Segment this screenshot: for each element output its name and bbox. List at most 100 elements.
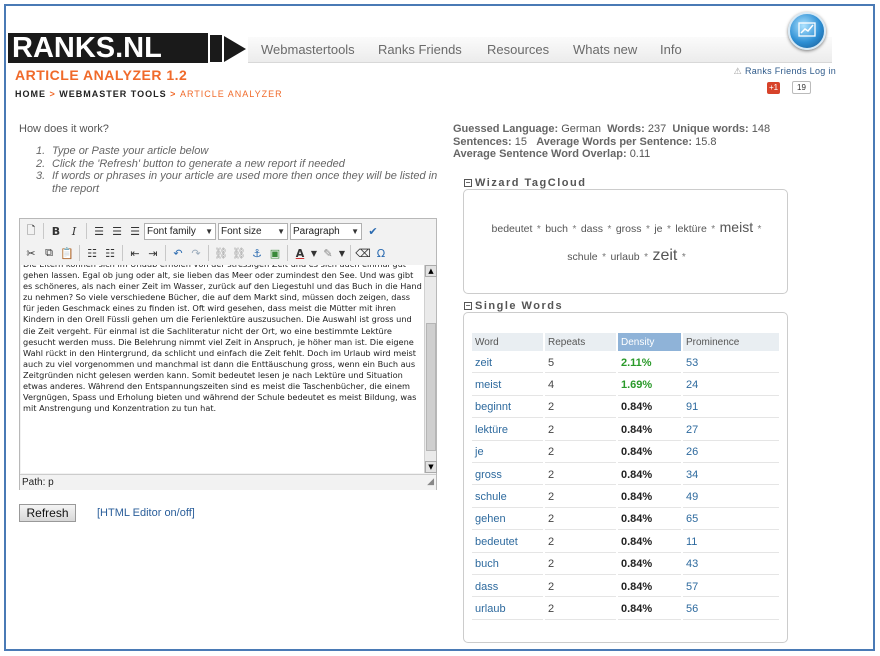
tag-word[interactable]: schule — [567, 251, 597, 263]
google-plus-count: 19 — [792, 81, 811, 94]
tag-word[interactable]: bedeutet — [492, 223, 533, 235]
chart-globe-icon[interactable] — [788, 12, 826, 50]
redo-icon[interactable]: ↷ — [187, 244, 205, 262]
remove-format-icon[interactable]: ⌫ — [354, 244, 372, 262]
column-header-density[interactable]: Density — [618, 333, 681, 351]
font-size-select[interactable]: Font size ▼ — [218, 222, 288, 240]
stats-line-3: Average Sentence Word Overlap: 0.11 — [453, 148, 651, 160]
font-family-select[interactable]: Font family ▼ — [144, 222, 216, 240]
single-words-section-toggle[interactable]: − Single Words — [464, 300, 563, 312]
html-editor-toggle-link[interactable]: [HTML Editor on/off] — [97, 507, 195, 519]
single-words-rows: zeit 5 2.11% 53 meist 4 1.69% 24 beginnt 2 0.84% 91… — [472, 353, 779, 620]
align-center-icon[interactable]: ☰ — [108, 222, 126, 240]
scroll-thumb[interactable] — [426, 323, 436, 451]
chevron-down-icon[interactable]: ▼ — [337, 244, 347, 262]
tagcloud-section-toggle[interactable]: − Wizard TagCloud — [464, 177, 586, 189]
align-left-icon[interactable]: ☰ — [90, 222, 108, 240]
tag-word[interactable]: lektüre — [675, 223, 707, 235]
table-row: je 2 0.84% 26 — [472, 442, 779, 463]
scroll-up-icon[interactable]: ▲ — [425, 265, 437, 277]
tag-word[interactable]: meist — [720, 219, 753, 235]
word-cell[interactable]: urlaub — [472, 599, 543, 620]
prominence-cell: 34 — [683, 464, 779, 486]
nav-info[interactable]: Info — [660, 42, 682, 57]
repeats-cell: 2 — [545, 599, 616, 620]
tagcloud-title: Wizard TagCloud — [475, 177, 587, 189]
undo-icon[interactable]: ↶ — [169, 244, 187, 262]
anchor-icon[interactable]: ⚓ — [248, 244, 266, 262]
nav-webmastertools[interactable]: Webmastertools — [261, 42, 355, 57]
image-icon[interactable]: ▣ — [266, 244, 284, 262]
tag-word[interactable]: buch — [545, 223, 568, 235]
word-cell[interactable]: gross — [472, 464, 543, 486]
single-words-table: Word Repeats Density Prominence zeit 5 2.1… — [470, 331, 781, 622]
word-cell[interactable]: beginnt — [472, 397, 543, 419]
word-cell[interactable]: lektüre — [472, 420, 543, 441]
link-icon[interactable]: ⛓ — [212, 244, 230, 262]
help-steps: 1. Type or Paste your article below 2. Cli… — [36, 145, 446, 195]
column-header-word[interactable]: Word — [472, 333, 543, 351]
tagcloud: bedeutet * buch * dass * gross * je * le… — [491, 219, 762, 264]
nav-resources[interactable]: Resources — [487, 42, 549, 57]
repeats-cell: 2 — [545, 397, 616, 419]
density-cell: 0.84% — [618, 576, 681, 598]
refresh-button[interactable]: Refresh — [19, 504, 76, 522]
word-cell[interactable]: dass — [472, 576, 543, 598]
bold-button[interactable]: B — [47, 222, 65, 240]
bullet-list-icon[interactable]: ☷ — [83, 244, 101, 262]
tag-word[interactable]: urlaub — [610, 251, 639, 263]
google-plus-button[interactable]: +1 — [767, 82, 781, 94]
table-row: zeit 5 2.11% 53 — [472, 353, 779, 374]
indent-icon[interactable]: ⇥ — [144, 244, 162, 262]
unlink-icon[interactable]: ⛓ — [230, 244, 248, 262]
new-document-icon[interactable]: 🗋 — [22, 222, 40, 240]
ranks-friends-login-link[interactable]: ⚠ Ranks Friends Log in — [734, 66, 836, 77]
word-cell[interactable]: je — [472, 442, 543, 463]
site-logo[interactable]: RANKS.NL — [12, 31, 162, 65]
word-cell[interactable]: gehen — [472, 509, 543, 531]
text-color-icon[interactable]: A — [291, 244, 309, 262]
tag-word[interactable]: gross — [616, 223, 642, 235]
align-right-icon[interactable]: ☰ — [126, 222, 144, 240]
resize-handle-icon[interactable]: ◢ — [427, 474, 434, 489]
numbered-list-icon[interactable]: ☷ — [101, 244, 119, 262]
unique-word-count: 148 — [751, 123, 771, 135]
article-editor: 🗋 B I ☰ ☰ ☰ Font family ▼ Font size ▼ Para… — [19, 218, 437, 490]
word-cell[interactable]: zeit — [472, 353, 543, 374]
copy-icon[interactable]: ⧉ — [40, 244, 58, 262]
paste-icon[interactable]: 📋 — [58, 244, 76, 262]
format-select[interactable]: Paragraph ▼ — [290, 222, 362, 240]
scroll-down-icon[interactable]: ▼ — [425, 461, 437, 473]
outdent-icon[interactable]: ⇤ — [126, 244, 144, 262]
special-character-icon[interactable]: Ω — [372, 244, 390, 262]
tag-word[interactable]: dass — [581, 223, 603, 235]
chevron-down-icon[interactable]: ▼ — [309, 244, 319, 262]
breadcrumb-webmaster-tools[interactable]: WEBMASTER TOOLS — [59, 89, 166, 99]
table-row: urlaub 2 0.84% 56 — [472, 599, 779, 620]
article-textarea[interactable]: Die Eltern können sich im Urlaub erholen… — [21, 265, 424, 473]
italic-button[interactable]: I — [65, 222, 83, 240]
table-row: gehen 2 0.84% 65 — [472, 509, 779, 531]
column-header-prominence[interactable]: Prominence — [683, 333, 779, 351]
word-cell[interactable]: schule — [472, 487, 543, 508]
spellcheck-icon[interactable]: ✔ — [364, 222, 382, 240]
highlight-color-icon[interactable]: ✎ — [319, 244, 337, 262]
breadcrumb-home[interactable]: HOME — [15, 89, 46, 99]
nav-whats-new[interactable]: Whats new — [573, 42, 637, 57]
avg-words-per-sentence: 15.8 — [695, 135, 717, 148]
tag-word[interactable]: zeit — [652, 247, 677, 264]
density-cell: 0.84% — [618, 397, 681, 419]
word-cell[interactable]: buch — [472, 554, 543, 575]
editor-scrollbar[interactable]: ▲ ▼ — [424, 265, 437, 473]
table-row: schule 2 0.84% 49 — [472, 487, 779, 508]
guessed-language: German — [561, 123, 601, 135]
repeats-cell: 4 — [545, 375, 616, 396]
word-cell[interactable]: meist — [472, 375, 543, 396]
nav-ranks-friends[interactable]: Ranks Friends — [378, 42, 462, 57]
cut-icon[interactable]: ✂ — [22, 244, 40, 262]
column-header-repeats[interactable]: Repeats — [545, 333, 616, 351]
word-cell[interactable]: bedeutet — [472, 532, 543, 553]
tag-word[interactable]: je — [654, 223, 662, 235]
chevron-down-icon: ▼ — [205, 226, 213, 236]
avg-sentence-overlap: 0.11 — [629, 148, 651, 160]
